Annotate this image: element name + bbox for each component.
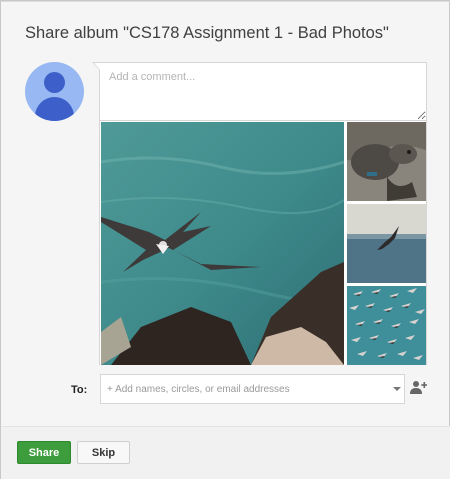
add-person-icon[interactable] <box>410 380 428 395</box>
avatar-body <box>35 97 74 121</box>
dialog-top-border <box>1 1 450 2</box>
dialog-footer: Share Skip <box>1 426 450 479</box>
share-album-dialog: Share album "CS178 Assignment 1 - Bad Ph… <box>0 0 450 479</box>
share-button[interactable]: Share <box>17 441 71 464</box>
to-label: To: <box>71 384 88 396</box>
avatar-head <box>44 72 65 93</box>
photo-bird-over-sea[interactable] <box>347 204 426 283</box>
comment-input[interactable] <box>100 63 426 120</box>
photo-seabird-over-ocean[interactable] <box>101 122 344 365</box>
skip-button[interactable]: Skip <box>77 441 130 464</box>
photo-tortoise[interactable] <box>347 122 426 201</box>
comment-box[interactable] <box>92 62 427 121</box>
recipients-input[interactable] <box>101 375 391 403</box>
dropdown-arrow-icon[interactable] <box>393 387 401 391</box>
album-photo-grid <box>99 121 427 365</box>
dialog-title: Share album "CS178 Assignment 1 - Bad Ph… <box>25 24 389 42</box>
photo-bird-flock[interactable] <box>347 286 426 365</box>
recipients-field[interactable] <box>100 374 405 404</box>
user-avatar <box>25 62 84 121</box>
